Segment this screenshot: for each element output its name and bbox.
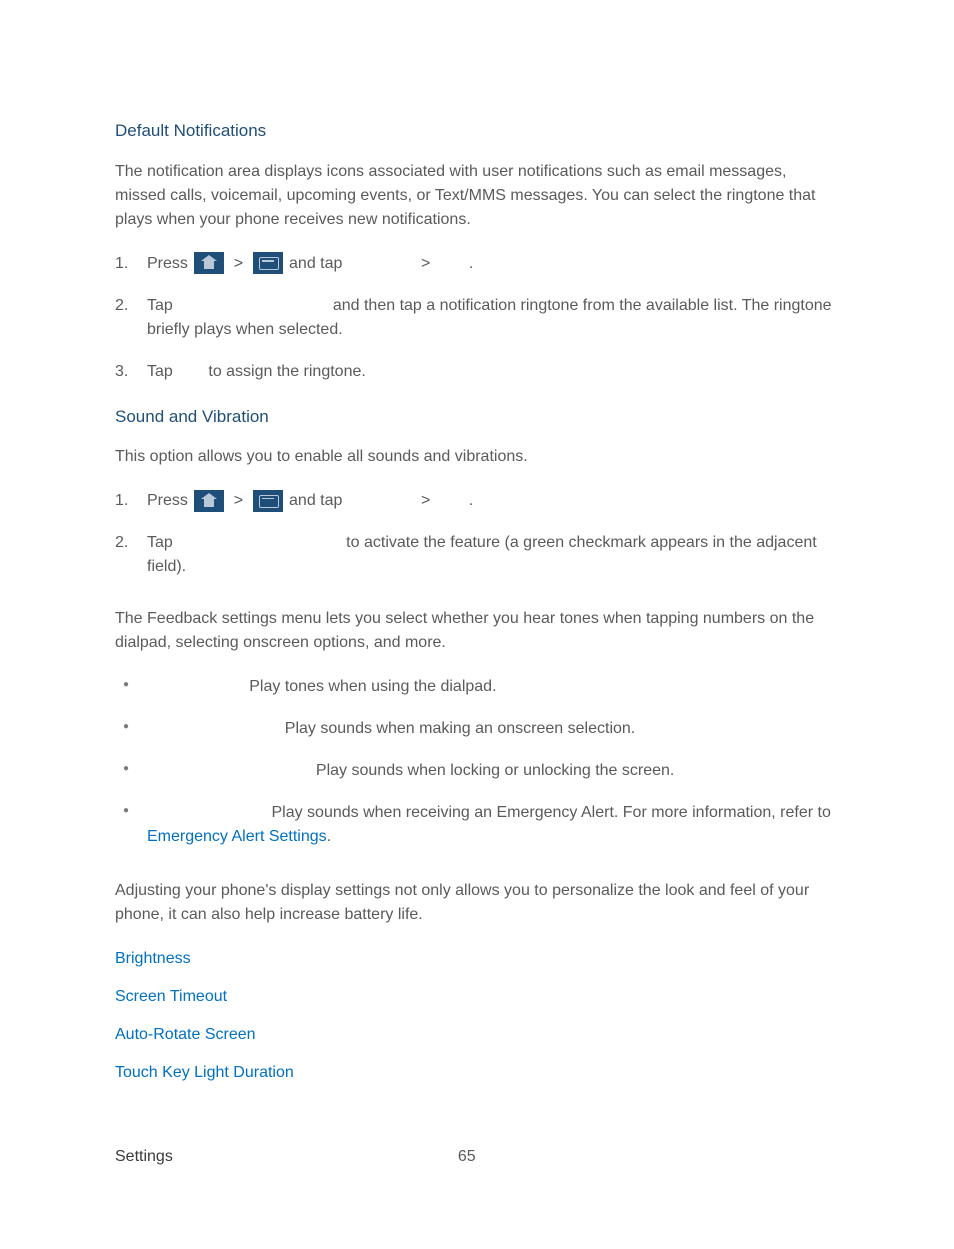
step-1: 1. Press > and tap > . <box>147 489 839 513</box>
step-text-andtap: and tap <box>285 492 347 509</box>
step-number: 1. <box>115 252 128 276</box>
list-item: Play sounds when making an onscreen sele… <box>147 717 839 741</box>
bullet-text-b: . <box>327 828 331 845</box>
step-3: 3. Tap to assign the ringtone. <box>147 360 839 384</box>
bullet-text: Play sounds when locking or unlocking th… <box>311 762 674 779</box>
step-1: 1. Press > and tap > . <box>147 252 839 276</box>
page-footer: Settings 65 <box>115 1145 839 1169</box>
step-text-press: Press <box>147 492 192 509</box>
separator-gt: > <box>421 492 430 509</box>
step-text-rest: and then tap a notification ringtone fro… <box>147 297 832 338</box>
list-item: Play tones when using the dialpad. <box>147 675 839 699</box>
step-text-rest: to activate the feature (a green checkma… <box>147 534 817 575</box>
step-number: 3. <box>115 360 128 384</box>
step-period: . <box>469 255 473 272</box>
link-screen-timeout[interactable]: Screen Timeout <box>115 988 227 1005</box>
step-text-press: Press <box>147 255 192 272</box>
footer-section-label: Settings <box>115 1145 173 1169</box>
list-item: Play sounds when locking or unlocking th… <box>147 759 839 783</box>
step-2: 2. Tap to activate the feature (a green … <box>147 531 839 579</box>
step-number: 2. <box>115 531 128 555</box>
home-icon <box>194 252 224 274</box>
steps-default-notifications: 1. Press > and tap > . 2. Tap and then t… <box>115 252 839 384</box>
step-number: 2. <box>115 294 128 318</box>
link-emergency-alert-settings[interactable]: Emergency Alert Settings <box>147 828 327 845</box>
link-auto-rotate-screen[interactable]: Auto-Rotate Screen <box>115 1026 256 1043</box>
link-brightness[interactable]: Brightness <box>115 950 191 967</box>
step-text-tap: Tap <box>147 297 177 314</box>
display-links: Brightness Screen Timeout Auto-Rotate Sc… <box>115 947 839 1085</box>
feedback-bullets: Play tones when using the dialpad. Play … <box>115 675 839 849</box>
home-icon <box>194 490 224 512</box>
bullet-text: Play sounds when making an onscreen sele… <box>280 720 635 737</box>
separator-gt: > <box>229 492 247 509</box>
para-feedback: The Feedback settings menu lets you sele… <box>115 607 839 655</box>
list-item: Play sounds when receiving an Emergency … <box>147 801 839 849</box>
step-2: 2. Tap and then tap a notification ringt… <box>147 294 839 342</box>
bullet-text-a: Play sounds when receiving an Emergency … <box>267 804 831 821</box>
heading-sound-vibration: Sound and Vibration <box>115 404 839 430</box>
footer-page-number: 65 <box>458 1145 476 1169</box>
menu-icon <box>253 252 283 274</box>
heading-default-notifications: Default Notifications <box>115 118 839 144</box>
steps-sound-vibration: 1. Press > and tap > . 2. Tap to activat… <box>115 489 839 579</box>
step-text-andtap: and tap <box>285 255 347 272</box>
menu-icon <box>253 490 283 512</box>
para-sound-vibration: This option allows you to enable all sou… <box>115 445 839 469</box>
step-text-rest: to assign the ringtone. <box>204 363 366 380</box>
bullet-text: Play tones when using the dialpad. <box>245 678 497 695</box>
link-touch-key-light-duration[interactable]: Touch Key Light Duration <box>115 1064 294 1081</box>
step-period: . <box>469 492 473 509</box>
para-default-notifications: The notification area displays icons ass… <box>115 160 839 232</box>
step-number: 1. <box>115 489 128 513</box>
step-text-tap: Tap <box>147 534 177 551</box>
separator-gt: > <box>229 255 247 272</box>
para-display: Adjusting your phone's display settings … <box>115 879 839 927</box>
step-text-tap: Tap <box>147 363 177 380</box>
separator-gt: > <box>421 255 430 272</box>
